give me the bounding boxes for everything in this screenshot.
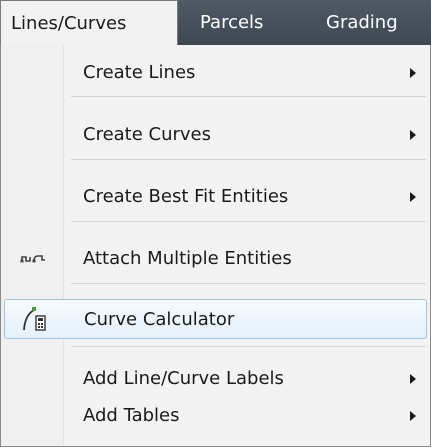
submenu-arrow-icon [410,411,416,421]
menu-item-attach-multiple-entities[interactable]: Attach Multiple Entities [1,239,430,279]
menu-item-label: Curve Calculator [84,309,235,330]
menu-separator [71,346,426,347]
menu-item-add-line-curve-labels[interactable]: Add Line/Curve Labels [1,359,430,399]
menu-item-create-curves[interactable]: Create Curves [1,115,430,155]
submenu-arrow-icon [410,374,416,384]
submenu-arrow-icon [410,130,416,140]
menu-item-label: Add Tables [83,405,180,426]
menu-item-create-best-fit-entities[interactable]: Create Best Fit Entities [1,177,430,217]
submenu-arrow-icon [410,68,416,78]
menubar-item-label: Lines/Curves [11,13,127,34]
menu-item-label: Attach Multiple Entities [83,248,292,269]
submenu-arrow-icon [410,192,416,202]
menubar-item-grading[interactable]: Grading [326,0,398,45]
lines-curves-dropdown-menu: Create Lines Create Curves Create Best F… [0,45,431,447]
menubar-item-label: Parcels [200,12,264,33]
menubar-item-lines-curves[interactable]: Lines/Curves [0,0,178,46]
menu-item-add-tables[interactable]: Add Tables [1,396,430,436]
menu-item-curve-calculator[interactable]: Curve Calculator [4,299,427,339]
menu-separator [71,221,426,222]
menu-item-label: Create Curves [83,124,212,145]
menubar-item-label: Grading [326,12,398,33]
menu-item-label: Add Line/Curve Labels [83,368,284,389]
menu-separator [71,283,426,284]
menu-separator [71,96,426,97]
menu-separator [71,159,426,160]
menu-bar: Lines/Curves Parcels Grading [0,0,431,46]
curve-calculator-icon [20,305,48,333]
menubar-item-parcels[interactable]: Parcels [200,0,263,45]
menu-item-label: Create Lines [83,62,196,83]
attach-multiple-entities-icon [19,245,47,273]
menu-item-label: Create Best Fit Entities [83,186,289,207]
menu-item-create-lines[interactable]: Create Lines [1,53,430,93]
